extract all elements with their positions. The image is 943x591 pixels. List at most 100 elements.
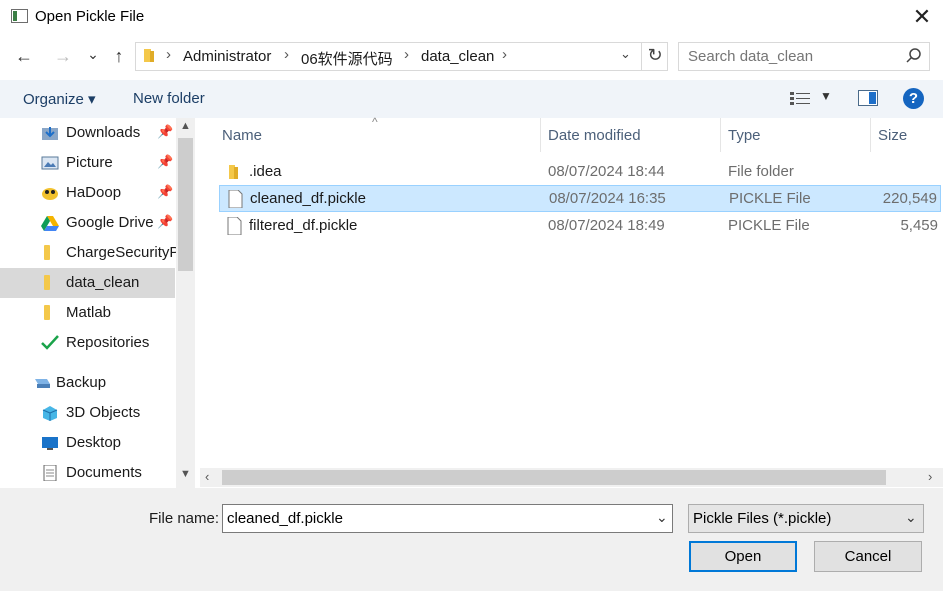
file-type-filter[interactable]: Pickle Files (*.pickle) ⌄ [688,504,924,533]
up-button[interactable]: ↑ [106,43,132,69]
sidebar-item-label: HaDoop [66,184,122,201]
file-row[interactable]: .idea 08/07/2024 18:44 File folder [219,159,941,186]
pin-icon: 📌 [157,124,174,139]
column-header-date[interactable]: Date modified [548,127,641,144]
sidebar-item-label: Repositories [66,334,150,351]
new-folder-button[interactable]: New folder [133,90,205,107]
scrollbar-thumb[interactable] [178,138,193,271]
chevron-down-icon: ⌄ [905,509,917,525]
sidebar-item-google-drive[interactable]: Google Drive 📌 [0,208,175,238]
scroll-right-icon[interactable]: › [928,469,932,484]
file-name: .idea [249,163,282,180]
sidebar-item-3d-objects[interactable]: 3D Objects [0,398,175,428]
preview-pane-icon[interactable] [858,90,878,106]
sidebar-item-label: Desktop [66,434,122,451]
file-type-filter-value: Pickle Files (*.pickle) [693,510,832,527]
close-button[interactable]: ✕ [905,2,939,32]
sidebar-item-label: Backup [56,374,107,391]
file-size: 5,459 [900,217,938,234]
sidebar-item-downloads[interactable]: Downloads 📌 [0,118,175,148]
scrollbar-thumb[interactable] [222,470,886,485]
backup-drive-icon [35,379,50,388]
sidebar-item-documents[interactable]: Documents [0,458,175,488]
sidebar-item-data-clean[interactable]: data_clean [0,268,175,298]
horizontal-scrollbar[interactable]: ‹ › [200,468,943,487]
downloads-icon [42,127,58,140]
column-divider[interactable] [720,118,721,152]
breadcrumb-data-clean[interactable]: data_clean [421,48,494,65]
file-size: 220,549 [882,190,937,207]
dialog-footer: File name: ⌄ Pickle Files (*.pickle) ⌄ O… [0,488,943,591]
search-input[interactable] [688,48,893,65]
column-header-name[interactable]: Name [222,127,262,144]
column-header-type[interactable]: Type [728,127,761,144]
sidebar-item-label: 3D Objects [66,404,141,421]
sidebar-item-label: Documents [66,464,142,481]
scroll-down-icon[interactable]: ▼ [176,468,195,480]
file-list: ^ Name Date modified Type Size .idea 08/… [196,115,943,468]
sidebar-item-picture[interactable]: Picture 📌 [0,148,175,178]
chevron-right-icon: › [284,46,289,63]
file-type: PICKLE File [728,217,810,234]
file-row[interactable]: filtered_df.pickle 08/07/2024 18:49 PICK… [219,213,941,240]
sidebar-item-chargesecurity[interactable]: ChargeSecurityPr [0,238,184,268]
3d-objects-icon [42,406,58,421]
file-name-input[interactable] [227,510,647,527]
folder-icon [44,305,50,320]
app-icon [11,9,28,23]
sidebar-item-label: ChargeSecurityPr [66,244,185,261]
pin-icon: 📌 [157,184,174,199]
sidebar-item-desktop[interactable]: Desktop [0,428,175,458]
toolbar: Organize ▾ New folder ▼ ? [0,80,943,118]
chevron-down-icon[interactable]: ⌄ [620,46,631,62]
navigation-pane: Downloads 📌 Picture 📌 HaDoop 📌 Google Dr… [0,118,196,488]
breadcrumb-source-code[interactable]: 06软件源代码 [301,48,393,69]
search-box[interactable] [678,42,930,71]
window-title: Open Pickle File [35,8,145,25]
sidebar-item-label: Google Drive [66,214,154,231]
sidebar-item-label: Matlab [66,304,112,321]
cancel-button[interactable]: Cancel [814,541,922,572]
address-bar[interactable]: › Administrator › 06软件源代码 › data_clean ›… [135,42,668,71]
view-options-icon[interactable] [790,91,810,107]
chevron-down-icon[interactable]: ⌄ [656,509,668,526]
sidebar-item-backup[interactable]: Backup [0,368,175,398]
file-row[interactable]: cleaned_df.pickle 08/07/2024 16:35 PICKL… [219,185,941,212]
refresh-button[interactable]: ↻ [641,42,668,71]
sort-ascending-icon: ^ [372,115,378,129]
back-button[interactable]: ← [11,43,37,69]
folder-icon [44,245,50,260]
chevron-right-icon: › [404,46,409,63]
column-divider[interactable] [540,118,541,152]
breadcrumb-administrator[interactable]: Administrator [183,48,271,65]
column-divider[interactable] [870,118,871,152]
chevron-down-icon[interactable]: ▼ [820,89,832,103]
sidebar-item-label: data_clean [66,274,140,291]
search-icon [906,48,921,63]
pin-icon: 📌 [157,154,174,169]
help-icon[interactable]: ? [903,88,924,109]
google-drive-icon [41,216,59,231]
file-icon [227,217,242,235]
picture-icon [41,156,59,170]
file-date: 08/07/2024 18:44 [548,163,665,180]
scroll-up-icon[interactable]: ▲ [176,120,195,132]
sidebar-scrollbar[interactable]: ▲ ▼ [176,118,195,488]
column-header-size[interactable]: Size [878,127,907,144]
documents-icon [43,465,57,481]
open-button[interactable]: Open [689,541,797,572]
scroll-left-icon[interactable]: ‹ [205,469,209,484]
folder-icon [44,275,50,290]
organize-menu[interactable]: Organize ▾ [23,90,96,108]
sidebar-item-repositories[interactable]: Repositories [0,328,175,358]
file-type: PICKLE File [729,190,811,207]
file-name: cleaned_df.pickle [250,190,366,207]
sidebar-item-label: Downloads [66,124,141,141]
sidebar-item-matlab[interactable]: Matlab [0,298,175,328]
desktop-icon [42,437,58,450]
file-date: 08/07/2024 18:49 [548,217,665,234]
recent-locations-button[interactable]: ⌄ [80,41,106,67]
sidebar-item-hadoop[interactable]: HaDoop 📌 [0,178,175,208]
forward-button[interactable]: → [50,43,76,69]
file-name-combobox[interactable]: ⌄ [222,504,673,533]
